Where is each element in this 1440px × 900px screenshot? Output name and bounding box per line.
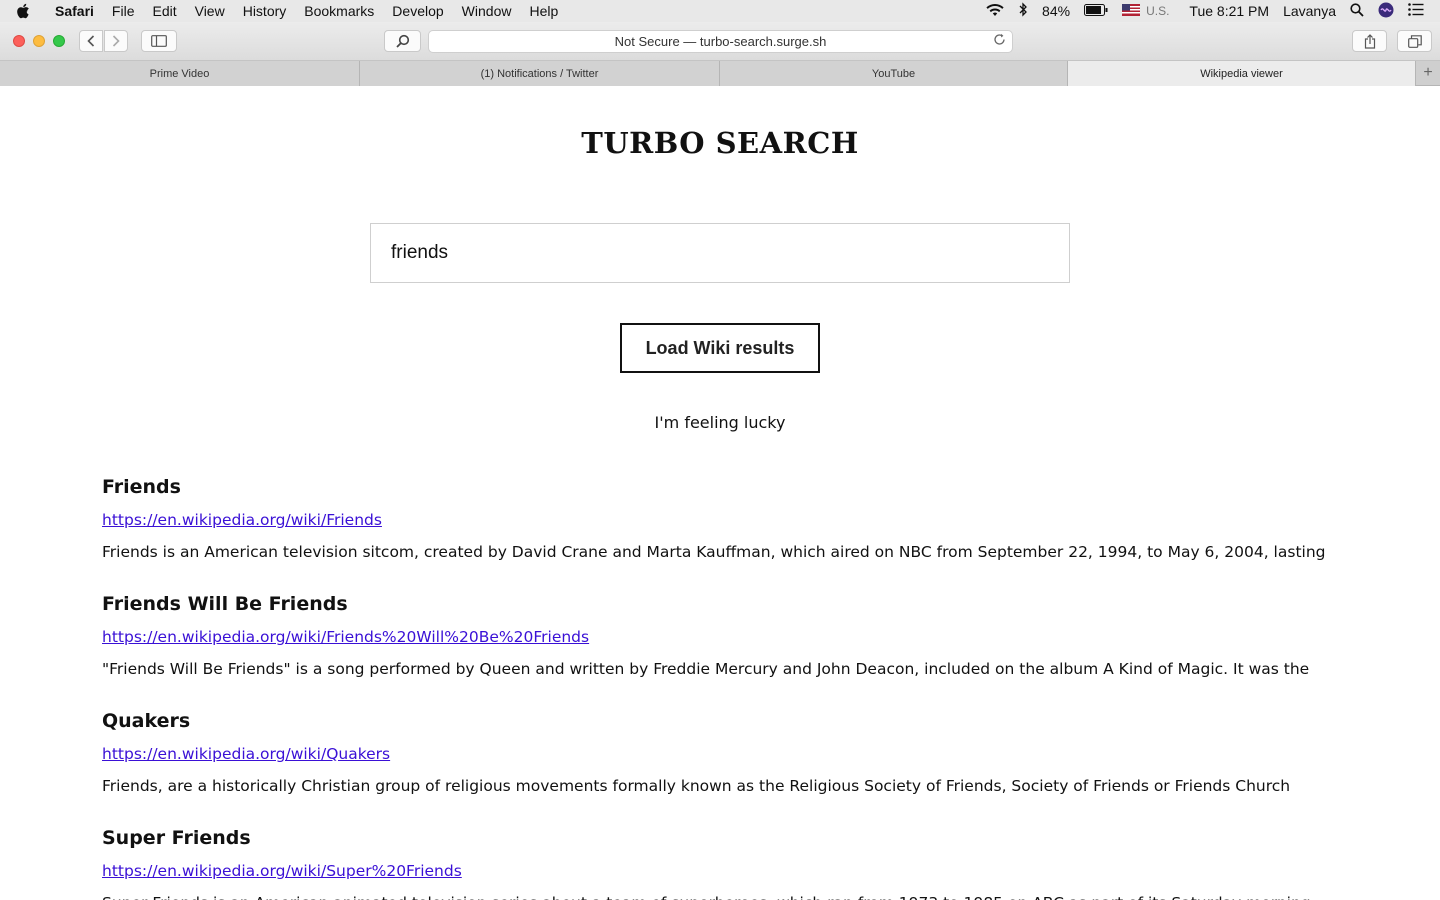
- search-icon: [395, 34, 409, 48]
- sidebar-toggle-button[interactable]: [141, 30, 177, 52]
- forward-button[interactable]: [104, 30, 128, 52]
- tabs-icon: [1407, 34, 1422, 48]
- tab-overview-button[interactable]: [1397, 30, 1432, 52]
- plus-icon: +: [1423, 64, 1433, 81]
- minimize-window-button[interactable]: [33, 35, 45, 47]
- result-title: Quakers: [102, 710, 191, 732]
- page-title: TURBO SEARCH: [581, 126, 859, 160]
- apple-menu-icon[interactable]: [0, 3, 46, 19]
- tab-prime-video[interactable]: Prime Video: [0, 61, 360, 86]
- tab-wikipedia-viewer[interactable]: Wikipedia viewer: [1068, 61, 1416, 86]
- sidebar-icon: [151, 35, 167, 47]
- result-title: Friends: [102, 476, 181, 498]
- menu-history[interactable]: History: [234, 3, 296, 19]
- menu-help[interactable]: Help: [520, 3, 567, 19]
- menu-bar: Safari File Edit View History Bookmarks …: [0, 0, 1440, 22]
- user-name[interactable]: Lavanya: [1283, 3, 1336, 19]
- menu-develop[interactable]: Develop: [383, 3, 452, 19]
- notification-center-icon[interactable]: [1408, 3, 1424, 19]
- result-link[interactable]: https://en.wikipedia.org/wiki/Quakers: [102, 743, 1332, 775]
- result-title: Friends Will Be Friends: [102, 593, 348, 615]
- chevron-right-icon: [112, 35, 120, 47]
- list-item: Friends https://en.wikipedia.org/wiki/Fr…: [102, 475, 1332, 592]
- share-button[interactable]: [1352, 30, 1387, 52]
- result-snippet: Friends, are a historically Christian gr…: [102, 777, 1291, 795]
- tab-youtube[interactable]: YouTube: [720, 61, 1068, 86]
- search-input[interactable]: [370, 223, 1070, 283]
- siri-icon[interactable]: [1378, 2, 1394, 21]
- input-source-label: U.S.: [1146, 4, 1170, 18]
- menu-edit[interactable]: Edit: [143, 3, 185, 19]
- tab-label: Wikipedia viewer: [1200, 67, 1283, 80]
- battery-percent: 84%: [1042, 3, 1071, 19]
- tab-twitter[interactable]: (1) Notifications / Twitter: [360, 61, 720, 86]
- menu-bookmarks[interactable]: Bookmarks: [295, 3, 383, 19]
- address-text: Not Secure — turbo-search.surge.sh: [614, 34, 827, 49]
- menu-app-safari[interactable]: Safari: [46, 3, 103, 19]
- spotlight-search-icon[interactable]: [1350, 2, 1364, 20]
- result-snippet: Super Friends is an American animated te…: [102, 892, 1332, 900]
- us-flag-icon[interactable]: [1122, 3, 1141, 19]
- result-title: Super Friends: [102, 827, 251, 849]
- tab-bar: Prime Video (1) Notifications / Twitter …: [0, 61, 1440, 86]
- load-wiki-results-button[interactable]: Load Wiki results: [620, 323, 820, 373]
- new-tab-button[interactable]: +: [1416, 61, 1440, 85]
- clock[interactable]: Tue 8:21 PM: [1189, 3, 1269, 19]
- tab-label: (1) Notifications / Twitter: [480, 67, 599, 80]
- close-window-button[interactable]: [13, 35, 25, 47]
- list-item: Friends Will Be Friends https://en.wikip…: [102, 592, 1332, 709]
- bluetooth-icon[interactable]: [1018, 2, 1028, 20]
- battery-icon[interactable]: [1084, 3, 1108, 19]
- tab-label: Prime Video: [149, 67, 210, 80]
- menu-file[interactable]: File: [103, 3, 144, 19]
- browser-toolbar: Not Secure — turbo-search.surge.sh: [0, 22, 1440, 61]
- web-page: TURBO SEARCH Load Wiki results I'm feeli…: [0, 86, 1440, 900]
- list-item: Quakers https://en.wikipedia.org/wiki/Qu…: [102, 709, 1332, 826]
- back-button[interactable]: [79, 30, 103, 52]
- menu-view[interactable]: View: [186, 3, 234, 19]
- list-item: Super Friends https://en.wikipedia.org/w…: [102, 826, 1332, 900]
- search-button[interactable]: [384, 30, 421, 52]
- address-bar[interactable]: Not Secure — turbo-search.surge.sh: [428, 30, 1013, 53]
- reload-icon[interactable]: [993, 33, 1006, 49]
- result-link[interactable]: https://en.wikipedia.org/wiki/Friends%20…: [102, 626, 1332, 658]
- result-link[interactable]: https://en.wikipedia.org/wiki/Super%20Fr…: [102, 860, 1332, 892]
- share-icon: [1364, 33, 1375, 49]
- zoom-window-button[interactable]: [53, 35, 65, 47]
- tab-label: YouTube: [871, 67, 916, 80]
- menu-window[interactable]: Window: [453, 3, 521, 19]
- result-snippet: Friends is an American television sitcom…: [102, 543, 1326, 561]
- results-list: Friends https://en.wikipedia.org/wiki/Fr…: [102, 475, 1332, 900]
- wifi-icon[interactable]: [986, 3, 1004, 20]
- feeling-lucky-link[interactable]: I'm feeling lucky: [0, 413, 1440, 432]
- result-snippet: "Friends Will Be Friends" is a song perf…: [102, 660, 1310, 678]
- result-link[interactable]: https://en.wikipedia.org/wiki/Friends: [102, 509, 1332, 541]
- chevron-left-icon: [87, 35, 95, 47]
